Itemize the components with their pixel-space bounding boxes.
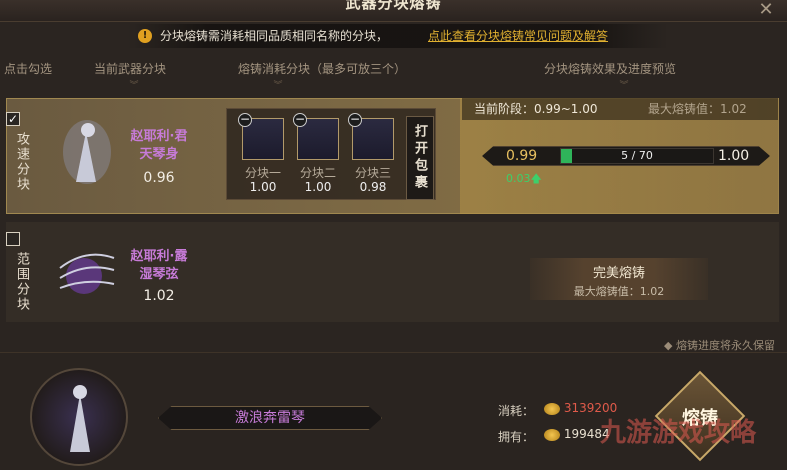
- faq-link[interactable]: 点此查看分块熔铸常见问题及解答: [428, 24, 608, 48]
- material-label: 分块一: [244, 166, 281, 180]
- window-title: 武器分块熔铸: [345, 0, 442, 12]
- coin-icon: [544, 402, 560, 415]
- current-stage: 当前阶段：0.99~1.00: [474, 102, 598, 116]
- progress-text: 5 / 70: [621, 149, 653, 162]
- remove-icon[interactable]: −: [238, 113, 252, 127]
- header-preview: 分块熔铸效果及进度预览: [544, 62, 677, 76]
- header-current-block: 当前武器分块: [94, 62, 167, 76]
- material-label: 分块二: [299, 166, 336, 180]
- progress-right-value: 1.00: [718, 148, 750, 164]
- block-category: 攻速分块: [14, 132, 29, 192]
- material-label: 分块三: [354, 166, 391, 180]
- coin-icon: [544, 428, 560, 441]
- row2-select[interactable]: [6, 232, 36, 246]
- perfect-max: 最大熔铸值：1.02: [573, 285, 665, 298]
- arrow-up-icon: 🡅: [530, 172, 542, 185]
- header-consume: 熔铸消耗分块（最多可放三个）: [238, 62, 407, 76]
- block-value: 0.96: [143, 170, 175, 186]
- open-bag-button[interactable]: 打开包裹: [406, 116, 434, 200]
- remove-icon[interactable]: −: [348, 113, 362, 127]
- notice-text: 分块熔铸需消耗相同品质相同名称的分块，: [160, 29, 389, 43]
- weapon-name-line2: 湿琴弦: [139, 267, 179, 282]
- weapon-statue-icon: [70, 385, 90, 452]
- weapon-name: 赵耶利·露 湿琴弦: [116, 248, 202, 284]
- perfect-forge-panel: 完美熔铸 最大熔铸值：1.02: [530, 258, 708, 300]
- block-category: 范围分块: [14, 252, 29, 312]
- stage-bar: 当前阶段：0.99~1.00 最大熔铸值：1.02: [462, 98, 778, 120]
- close-icon[interactable]: ✕: [755, 0, 777, 20]
- warning-icon: !: [138, 29, 152, 43]
- persist-note: ◆ 熔铸进度将永久保留: [664, 339, 775, 352]
- perfect-title: 完美熔铸: [592, 266, 645, 281]
- checkbox-unchecked[interactable]: [6, 232, 20, 246]
- header-select: 点击勾选: [4, 62, 53, 76]
- weapon-strings-icon: [59, 253, 115, 294]
- weapon-name-bar: 激浪奔雷琴: [158, 406, 382, 430]
- material-value: 1.00: [304, 180, 332, 194]
- chevron-down-icon: ︾: [129, 81, 139, 91]
- delta-value: 0.03: [506, 172, 531, 185]
- checkbox-checked[interactable]: ✓: [6, 112, 20, 126]
- material-value: 1.00: [249, 180, 277, 194]
- progress-left-value: 0.99: [506, 148, 538, 164]
- weapon-name: 赵耶利·君 天琴身: [116, 128, 202, 164]
- weapon-statue-icon: [63, 120, 111, 184]
- notice-bar: ! 分块熔铸需消耗相同品质相同名称的分块， 点此查看分块熔铸常见问题及解答: [128, 24, 668, 48]
- block-value: 1.02: [143, 288, 175, 304]
- watermark: 九游游戏攻略: [600, 418, 757, 448]
- weapon-name-line2: 天琴身: [139, 147, 179, 162]
- cost-label: 消耗：: [498, 404, 535, 418]
- weapon-name-line1: 赵耶利·君: [130, 129, 188, 144]
- max-forge-value: 最大熔铸值：1.02: [648, 102, 747, 116]
- chevron-down-icon: ︾: [619, 81, 629, 91]
- own-label: 拥有：: [498, 430, 535, 444]
- progress-delta: 0.03🡅: [506, 170, 542, 189]
- row1-select[interactable]: ✓: [6, 112, 36, 126]
- material-value: 0.98: [359, 180, 387, 194]
- chevron-down-icon: ︾: [273, 81, 283, 91]
- weapon-name-line1: 赵耶利·露: [130, 249, 188, 264]
- remove-icon[interactable]: −: [293, 113, 307, 127]
